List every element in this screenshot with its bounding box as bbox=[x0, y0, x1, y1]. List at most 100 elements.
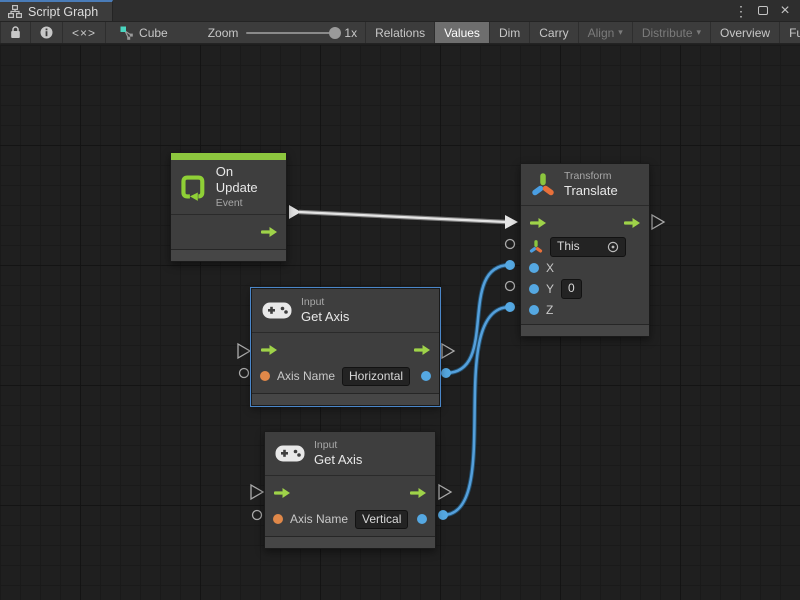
port-axisname-getaxis-h[interactable] bbox=[240, 369, 249, 378]
chevron-down-icon: ▾ bbox=[618, 27, 623, 38]
port-flow-in-getaxis-h[interactable] bbox=[238, 344, 250, 358]
event-color-bar bbox=[171, 153, 286, 160]
port-flow-out-getaxis-v[interactable] bbox=[439, 485, 451, 499]
port-z-translate[interactable] bbox=[505, 302, 515, 312]
axis-name-field[interactable]: Vertical bbox=[355, 510, 408, 530]
node-title: Get Axis bbox=[301, 309, 349, 325]
wire-vertical-to-z bbox=[443, 307, 510, 515]
result-port-icon[interactable] bbox=[421, 371, 431, 381]
axis-name-label: Axis Name bbox=[290, 512, 348, 526]
transform-icon bbox=[531, 171, 555, 198]
flow-arrow-icon[interactable] bbox=[623, 217, 641, 229]
result-port-icon[interactable] bbox=[417, 514, 427, 524]
axis-name-port-icon[interactable] bbox=[273, 514, 283, 524]
zoom-slider-handle[interactable] bbox=[329, 27, 341, 39]
maximize-button[interactable] bbox=[754, 2, 772, 20]
close-button[interactable]: × bbox=[776, 2, 794, 20]
y-port-label: Y bbox=[546, 282, 554, 296]
wire-horizontal-to-x bbox=[446, 265, 510, 373]
transform-mini-icon[interactable] bbox=[529, 239, 543, 254]
on-update-loop-icon bbox=[179, 173, 207, 201]
flow-arrow-icon[interactable] bbox=[273, 487, 291, 499]
node-get-axis-horizontal[interactable]: Input Get Axis bbox=[251, 288, 440, 406]
port-flow-out-translate[interactable] bbox=[652, 215, 664, 229]
self-object-field[interactable]: This bbox=[550, 237, 626, 257]
flow-arrow-icon[interactable] bbox=[409, 487, 427, 499]
close-icon: × bbox=[780, 3, 789, 19]
zoom-value: 1x bbox=[344, 26, 357, 40]
maximize-icon bbox=[758, 6, 768, 15]
node-title: On Update bbox=[216, 164, 278, 197]
angle-x-icon: <×> bbox=[72, 26, 96, 40]
axis-name-field[interactable]: Horizontal bbox=[342, 367, 410, 387]
x-port-icon[interactable] bbox=[529, 263, 539, 273]
full-screen-button[interactable]: Full Screen bbox=[780, 22, 800, 43]
zoom-control: Zoom 1x bbox=[200, 22, 365, 43]
graph-name: Cube bbox=[139, 26, 168, 40]
y-value-field[interactable]: 0 bbox=[561, 279, 582, 299]
node-subtitle: Event bbox=[216, 197, 278, 210]
overview-button[interactable]: Overview bbox=[711, 22, 780, 43]
axis-name-label: Axis Name bbox=[277, 369, 335, 383]
axis-name-port-icon[interactable] bbox=[260, 371, 270, 381]
node-title: Get Axis bbox=[314, 452, 362, 468]
graph-breadcrumb[interactable]: Cube bbox=[112, 22, 176, 43]
port-flow-in-getaxis-v[interactable] bbox=[251, 485, 263, 499]
port-axisname-getaxis-v[interactable] bbox=[253, 511, 262, 520]
port-y-translate[interactable] bbox=[506, 282, 515, 291]
title-bar: Script Graph ⋮ × bbox=[0, 0, 800, 22]
port-flow-in-translate[interactable] bbox=[505, 215, 518, 229]
zoom-label: Zoom bbox=[208, 26, 239, 40]
graph-canvas[interactable]: On Update Event bbox=[0, 45, 800, 600]
flow-arrow-icon[interactable] bbox=[529, 217, 547, 229]
chevron-down-icon: ▾ bbox=[697, 27, 702, 38]
port-flow-out-onupdate[interactable] bbox=[289, 205, 301, 219]
z-port-icon[interactable] bbox=[529, 305, 539, 315]
x-port-label: X bbox=[546, 261, 554, 275]
dim-button[interactable]: Dim bbox=[490, 22, 530, 43]
script-graph-window: Script Graph ⋮ × <×> bbox=[0, 0, 800, 600]
info-icon bbox=[40, 26, 53, 39]
gamepad-icon bbox=[262, 301, 292, 320]
node-subtitle: Input bbox=[314, 439, 362, 452]
node-footer bbox=[171, 249, 286, 261]
info-button[interactable] bbox=[31, 22, 63, 43]
port-x-translate[interactable] bbox=[505, 260, 515, 270]
tab-script-graph[interactable]: Script Graph bbox=[0, 0, 113, 21]
node-on-update[interactable]: On Update Event bbox=[170, 152, 287, 262]
y-port-icon[interactable] bbox=[529, 284, 539, 294]
port-self-translate[interactable] bbox=[506, 240, 515, 249]
distribute-dropdown[interactable]: Distribute ▾ bbox=[633, 22, 711, 43]
z-port-label: Z bbox=[546, 303, 553, 317]
wire-flow-onupdate-translate bbox=[299, 212, 506, 222]
align-dropdown[interactable]: Align ▾ bbox=[579, 22, 633, 43]
values-button[interactable]: Values bbox=[435, 22, 490, 43]
lock-icon bbox=[10, 26, 21, 39]
port-result-getaxis-h[interactable] bbox=[441, 368, 451, 378]
carry-children-toggle[interactable]: <×> bbox=[63, 22, 106, 43]
zoom-slider[interactable] bbox=[246, 32, 336, 34]
script-graph-icon bbox=[8, 5, 22, 18]
flow-arrow-icon[interactable] bbox=[413, 344, 431, 356]
port-flow-out-getaxis-h[interactable] bbox=[442, 344, 454, 358]
flow-arrow-icon[interactable] bbox=[260, 344, 278, 356]
port-result-getaxis-v[interactable] bbox=[438, 510, 448, 520]
node-footer bbox=[252, 393, 439, 405]
window-controls: ⋮ × bbox=[732, 0, 800, 21]
node-get-axis-vertical[interactable]: Input Get Axis bbox=[264, 431, 436, 549]
object-picker-icon[interactable] bbox=[607, 241, 619, 253]
node-footer bbox=[521, 324, 649, 336]
graph-icon bbox=[120, 26, 134, 40]
window-menu-button[interactable]: ⋮ bbox=[732, 2, 750, 20]
gamepad-icon bbox=[275, 444, 305, 463]
graph-toolbar: <×> Cube Zoom 1x Relations Values Dim Ca… bbox=[0, 22, 800, 44]
lock-button[interactable] bbox=[0, 22, 31, 43]
flow-arrow-icon[interactable] bbox=[260, 226, 278, 238]
node-translate[interactable]: Transform Translate bbox=[520, 163, 650, 337]
node-subtitle: Transform bbox=[564, 170, 618, 183]
node-footer bbox=[265, 536, 435, 548]
relations-button[interactable]: Relations bbox=[365, 22, 435, 43]
node-subtitle: Input bbox=[301, 296, 349, 309]
carry-button[interactable]: Carry bbox=[530, 22, 578, 43]
tab-label: Script Graph bbox=[28, 5, 98, 19]
